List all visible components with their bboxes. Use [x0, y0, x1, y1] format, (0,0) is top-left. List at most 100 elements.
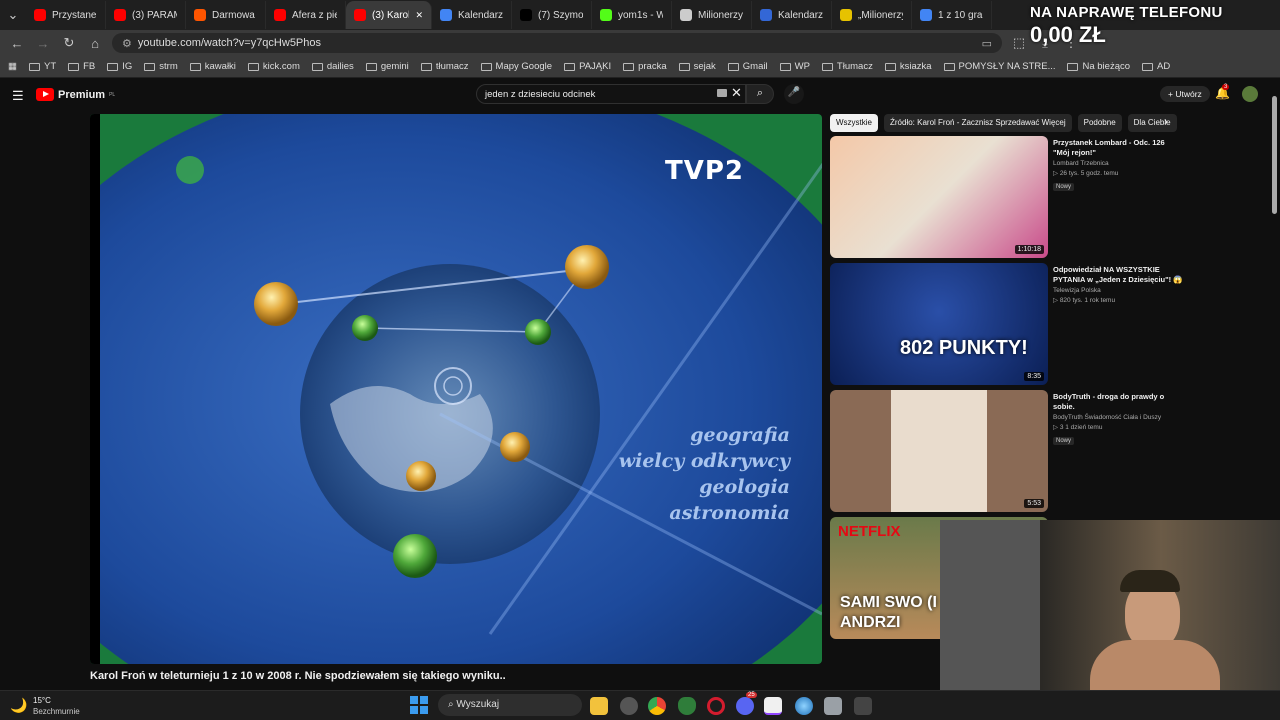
opera-icon[interactable] [707, 697, 725, 715]
new-badge: Nowy [1053, 437, 1075, 445]
search-input[interactable]: jeden z dziesieciu odcinek [476, 84, 746, 104]
notifications-icon[interactable]: 🔔 3 [1215, 84, 1230, 100]
tab-9[interactable]: Kalendarz Goo [752, 1, 832, 29]
tab-11[interactable]: 1 z 10 gra on [912, 1, 992, 29]
taskbar-search[interactable]: ⌕ Wyszukaj [438, 694, 582, 716]
reload-icon[interactable]: ↻ [60, 34, 78, 52]
recommendation-channel[interactable]: Lombard Trzebnica [1053, 160, 1183, 167]
home-icon[interactable]: ⌂ [86, 34, 104, 52]
chip-2[interactable]: Podobne [1077, 114, 1122, 132]
tab-favicon-icon [680, 9, 692, 21]
calculator-icon[interactable] [824, 697, 842, 715]
bookmark-label: strm [159, 61, 178, 72]
site-info-icon[interactable]: ⚙ [122, 37, 132, 50]
recommendation-item[interactable]: 802 PUNKTY! 8:35 Odpowiedział NA WSZYSTKIE… [830, 263, 1230, 385]
page-scrollbar[interactable] [1272, 96, 1277, 214]
recommendation-title[interactable]: BodyTruth - droga do prawdy o sobie. [1053, 392, 1183, 412]
bookmark-12[interactable]: sejak [678, 61, 716, 72]
avatar[interactable] [1242, 86, 1258, 102]
bookmark-11[interactable]: pracka [623, 61, 667, 72]
recommendation-title[interactable]: Przystanek Lombard - Odc. 126 "Mój rejon… [1053, 138, 1183, 158]
bookmark-9[interactable]: Mapy Google [480, 61, 553, 72]
bookmark-18[interactable]: Na bieżąco [1067, 61, 1130, 72]
bookmark-3[interactable]: strm [144, 61, 178, 72]
bookmark-0[interactable]: YT [28, 61, 56, 72]
youtube-play-icon [36, 88, 54, 101]
bookmark-16[interactable]: ksiazka [884, 61, 932, 72]
active-app-icon[interactable] [764, 697, 782, 715]
bookmark-label: Mapy Google [495, 61, 553, 72]
discord-icon[interactable]: 25 [736, 692, 757, 715]
bookmark-19[interactable]: AD [1142, 61, 1170, 72]
chips-next-icon[interactable]: › [1164, 116, 1168, 128]
category-text: astronomia [669, 502, 790, 524]
video-player[interactable]: TVP2 geografia wielcy odkrywcy geologia ast… [90, 114, 822, 664]
bookmark-13[interactable]: Gmail [727, 61, 768, 72]
bookmark-2[interactable]: IG [107, 61, 132, 72]
tab-7[interactable]: yom1s - Watch [592, 1, 672, 29]
tab-4[interactable]: (3) Karol Fr ✕ [346, 1, 432, 29]
weather-widget[interactable]: 15°C Bezchmurnie [33, 695, 80, 717]
recommendation-channel[interactable]: BodyTruth Świadomość Ciała i Duszy [1053, 414, 1183, 421]
mixer-app-icon[interactable] [854, 697, 872, 715]
clear-search-icon[interactable]: ✕ [731, 85, 742, 101]
tab-6[interactable]: (7) Szymon Jad [512, 1, 592, 29]
tab-2[interactable]: Darmowa gra M [186, 1, 266, 29]
recommendation-meta: BodyTruth - droga do prawdy o sobie. Body… [1053, 392, 1183, 445]
tab-3[interactable]: Afera z pienięd [266, 1, 346, 29]
bookmark-14[interactable]: WP [779, 61, 810, 72]
bookmark-label: PAJĄKI [579, 61, 612, 72]
keyboard-icon[interactable] [717, 89, 727, 97]
video-thumbnail[interactable]: 802 PUNKTY! 8:35 [830, 263, 1048, 385]
logo-region: PL [109, 91, 116, 98]
bookmark-4[interactable]: kawałki [189, 61, 236, 72]
category-text: geologia [699, 476, 790, 498]
apps-icon[interactable]: ▦ [8, 61, 17, 72]
chip-3[interactable]: Dla Ciebie [1127, 114, 1177, 132]
cast-icon[interactable]: ▭ [982, 37, 992, 50]
bookmark-10[interactable]: PAJĄKI [564, 61, 611, 72]
address-bar[interactable]: ⚙ youtube.com/watch?v=y7qcHw5Phos ▭ [112, 33, 1002, 53]
create-button[interactable]: + Utwórz [1160, 86, 1210, 102]
extensions-icon[interactable]: ⬚ [1010, 34, 1028, 52]
bookmark-1[interactable]: FB [68, 61, 95, 72]
video-thumbnail[interactable]: 1:10:18 [830, 136, 1048, 258]
tab-5[interactable]: Kalendarz i har [432, 1, 512, 29]
tab-10[interactable]: „Milionerzy” w [832, 1, 912, 29]
start-icon[interactable] [410, 696, 428, 714]
bookmark-8[interactable]: tłumacz [420, 61, 469, 72]
forward-icon[interactable]: → [34, 34, 52, 52]
shield-app-icon[interactable] [678, 697, 696, 715]
back-icon[interactable]: ← [8, 34, 26, 52]
video-thumbnail[interactable]: 5:53 [830, 390, 1048, 512]
chip-0[interactable]: Wszystkie [830, 114, 878, 132]
tab-1[interactable]: (3) PARAMAXIL [106, 1, 186, 29]
bookmark-17[interactable]: POMYSŁY NA STRE... [943, 61, 1055, 72]
bookmark-7[interactable]: gemini [365, 61, 409, 72]
bookmark-5[interactable]: kick.com [247, 61, 300, 72]
tab-list-chevron-icon[interactable]: ⌄ [0, 6, 26, 24]
create-label: Utwórz [1175, 89, 1202, 99]
file-explorer-icon[interactable] [590, 697, 608, 715]
bookmark-15[interactable]: Tłumacz [821, 61, 873, 72]
app-icon[interactable] [620, 697, 638, 715]
close-tab-icon[interactable]: ✕ [415, 10, 423, 21]
microphone-icon[interactable]: 🎤 [784, 84, 804, 104]
hamburger-menu-icon[interactable]: ☰ [12, 88, 24, 104]
recommendation-meta: Przystanek Lombard - Odc. 126 "Mój rejon… [1053, 138, 1183, 191]
thumb-brand: NETFLIX [838, 523, 901, 540]
tab-0[interactable]: Przystanek Lom [26, 1, 106, 29]
chrome-icon[interactable] [648, 697, 666, 715]
weather-icon[interactable]: 🌙 [10, 697, 27, 714]
chip-1[interactable]: Źródło: Karol Froń - Zacznisz Sprzedawać… [884, 114, 1072, 132]
recommendation-item[interactable]: 5:53 BodyTruth - droga do prawdy o sobie.… [830, 390, 1230, 512]
youtube-logo[interactable]: Premium PL [36, 88, 115, 101]
bookmark-label: kawałki [204, 61, 236, 72]
browser-app-icon[interactable] [795, 697, 813, 715]
tab-8[interactable]: Milionerzy [672, 1, 752, 29]
bookmark-6[interactable]: dailies [311, 61, 354, 72]
recommendation-channel[interactable]: Telewizja Polska [1053, 287, 1183, 294]
recommendation-item[interactable]: 1:10:18 Przystanek Lombard - Odc. 126 "Mó… [830, 136, 1230, 258]
search-button[interactable]: ⌕ [746, 84, 774, 104]
recommendation-title[interactable]: Odpowiedział NA WSZYSTKIE PYTANIA w „Jed… [1053, 265, 1183, 285]
